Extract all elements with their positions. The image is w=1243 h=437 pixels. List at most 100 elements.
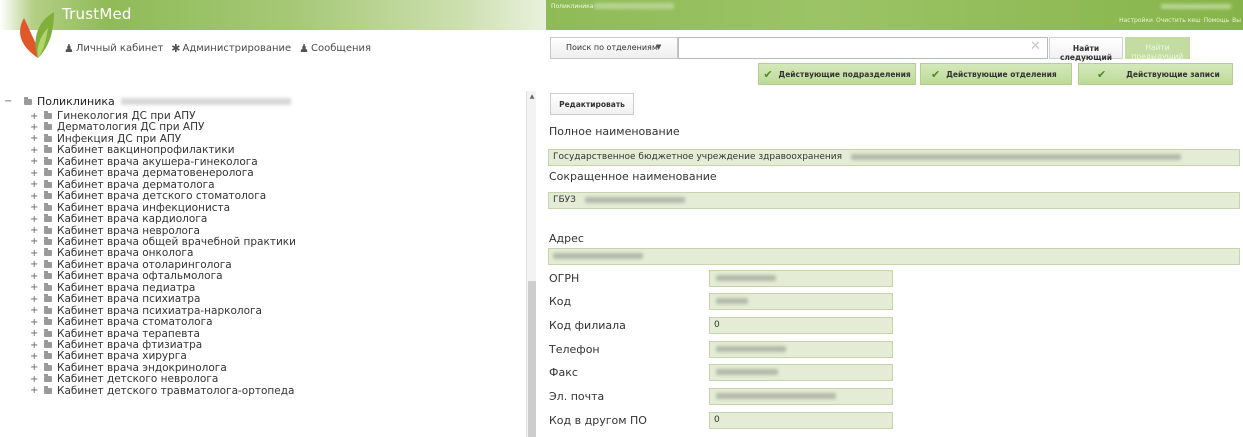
tree-item[interactable]: + Дерматология ДС при АПУ — [30, 121, 204, 133]
close-icon[interactable]: ✕ — [1030, 40, 1041, 54]
expand-icon[interactable]: + — [30, 145, 40, 156]
expand-icon[interactable]: + — [30, 351, 40, 362]
field-input[interactable] — [709, 293, 893, 310]
search-bar: Поиск по отделениям ▼ ✕ Найти следующий … — [550, 37, 1241, 62]
expand-icon[interactable]: + — [30, 179, 40, 190]
expand-icon[interactable]: + — [30, 133, 40, 144]
settings-link[interactable]: Настройки — [1119, 17, 1153, 24]
tree-item[interactable]: + Кабинет врача отоларинголога — [30, 259, 232, 271]
tree-item[interactable]: + Кабинет детского травматолога-ортопеда — [30, 385, 294, 397]
clear-cache-link[interactable]: Очистить кеш — [1156, 17, 1201, 24]
nav-personal-cabinet[interactable]: ♟ Личный кабинет — [64, 42, 163, 55]
folder-icon — [44, 168, 52, 177]
expand-icon[interactable]: + — [30, 328, 40, 339]
tree-scrollbar[interactable]: ▲ — [526, 91, 536, 437]
tree-root-node[interactable]: − Поликлиника — [4, 95, 291, 108]
tree-item-label: Кабинет врача акушера-гинеколога — [57, 155, 258, 168]
tab-active-departments[interactable]: ✔ Действующие отделения — [920, 63, 1072, 85]
tree-item[interactable]: + Гинекология ДС при АПУ — [30, 110, 196, 122]
search-input[interactable] — [678, 37, 1048, 59]
expand-icon[interactable]: + — [30, 317, 40, 328]
address-field[interactable] — [548, 248, 1240, 265]
expand-icon[interactable]: + — [30, 156, 40, 167]
trustmed-logo — [20, 12, 54, 58]
tree-item[interactable]: + Кабинет врача дерматолога — [30, 179, 215, 191]
expand-icon[interactable]: + — [30, 214, 40, 225]
expand-icon[interactable]: + — [30, 282, 40, 293]
check-icon: ✔ — [763, 67, 773, 81]
folder-icon — [44, 374, 52, 383]
field-input[interactable] — [709, 364, 893, 381]
tree-item-label: Кабинет врача офтальмолога — [57, 270, 223, 283]
expand-icon[interactable]: + — [30, 236, 40, 247]
expand-icon[interactable]: + — [30, 305, 40, 316]
nav-administration[interactable]: ✱ Администрирование — [171, 42, 291, 55]
collapse-icon[interactable]: − — [4, 96, 14, 107]
expand-icon[interactable]: + — [30, 111, 40, 122]
tree-item[interactable]: + Кабинет врача онколога — [30, 247, 193, 259]
field-input[interactable]: 0 — [709, 317, 893, 334]
find-next-button[interactable]: Найти следующий — [1049, 37, 1123, 62]
tree-item[interactable]: + Кабинет вакцинопрофилактики — [30, 144, 235, 156]
field-input[interactable]: 0 — [709, 412, 893, 429]
expand-icon[interactable]: + — [30, 362, 40, 373]
expand-icon[interactable]: + — [30, 340, 40, 351]
tree-item[interactable]: + Кабинет врача стоматолога — [30, 316, 213, 328]
nav-label: Администрирование — [182, 43, 292, 54]
expand-icon[interactable]: + — [30, 374, 40, 385]
check-icon: ✔ — [931, 67, 941, 81]
expand-icon[interactable]: + — [30, 385, 40, 396]
tree-item[interactable]: + Кабинет детского невролога — [30, 373, 218, 385]
tree-item[interactable]: + Кабинет врача дерматовенеролога — [30, 167, 254, 179]
scroll-up-icon[interactable]: ▲ — [527, 93, 537, 100]
expand-icon[interactable]: + — [30, 259, 40, 270]
full-name-field[interactable]: Государственное бюджетное учреждение здр… — [548, 149, 1240, 166]
search-mode-select[interactable]: Поиск по отделениям ▼ — [550, 37, 678, 59]
expand-icon[interactable]: + — [30, 168, 40, 179]
tree-item-label: Кабинет врача психиатра-нарколога — [57, 304, 262, 317]
redacted-text — [553, 252, 643, 259]
root-name-redacted — [120, 98, 291, 105]
tab-label: Действующие отделения — [946, 69, 1057, 79]
tab-active-units[interactable]: ✔ Действующие подразделения — [758, 63, 916, 85]
tree-item[interactable]: + Кабинет врача общей врачебной практики — [30, 236, 296, 248]
tree-item[interactable]: + Кабинет врача невролога — [30, 225, 200, 237]
field-label: Телефон — [549, 343, 600, 356]
nav-messages[interactable]: ♟ Сообщения — [299, 42, 371, 55]
tree-item[interactable]: + Кабинет врача офтальмолога — [30, 270, 223, 282]
folder-icon — [44, 271, 52, 280]
field-input[interactable] — [709, 388, 893, 405]
tree-item[interactable]: + Кабинет врача хирурга — [30, 350, 187, 362]
tree-item-label: Кабинет врача хирурга — [57, 350, 187, 363]
expand-icon[interactable]: + — [30, 225, 40, 236]
expand-icon[interactable]: + — [30, 271, 40, 282]
edit-button[interactable]: Редактировать — [550, 93, 634, 115]
expand-icon[interactable]: + — [30, 248, 40, 259]
tree-item-label: Кабинет вакцинопрофилактики — [57, 144, 235, 157]
tree-item[interactable]: + Кабинет врача эндокринолога — [30, 362, 227, 374]
tree-item[interactable]: + Кабинет врача психиатра — [30, 293, 200, 305]
tree-item[interactable]: + Кабинет врача инфекциониста — [30, 202, 230, 214]
expand-icon[interactable]: + — [30, 191, 40, 202]
help-link[interactable]: Помощь — [1204, 17, 1230, 24]
expand-icon[interactable]: + — [30, 122, 40, 133]
tree-item[interactable]: + Кабинет врача акушера-гинеколога — [30, 156, 258, 168]
nav-label: Сообщения — [311, 43, 372, 54]
brand-name[interactable]: TrustMed — [62, 5, 132, 23]
tree-item[interactable]: + Кабинет врача детского стоматолога — [30, 190, 266, 202]
scroll-thumb[interactable] — [528, 281, 536, 437]
tree-item[interactable]: + Кабинет врача терапевта — [30, 328, 200, 340]
tree-item[interactable]: + Инфекция ДС при АПУ — [30, 133, 181, 145]
expand-icon[interactable]: + — [30, 294, 40, 305]
field-input[interactable] — [709, 270, 893, 287]
tree-item[interactable]: + Кабинет врача психиатра-нарколога — [30, 305, 262, 317]
expand-icon[interactable]: + — [30, 202, 40, 213]
tree-item[interactable]: + Кабинет врача педиатра — [30, 282, 195, 294]
tab-active-records[interactable]: ✔ Действующие записи — [1078, 63, 1233, 85]
field-input[interactable] — [709, 341, 893, 358]
tree-item[interactable]: + Кабинет врача кардиолога — [30, 213, 207, 225]
find-previous-button[interactable]: Найти предыдущий — [1125, 37, 1190, 61]
logout-link[interactable]: Вы — [1232, 17, 1241, 24]
short-name-field[interactable]: ГБУЗ — [548, 192, 1240, 209]
tree-item[interactable]: + Кабинет врача фтизиатра — [30, 339, 202, 351]
